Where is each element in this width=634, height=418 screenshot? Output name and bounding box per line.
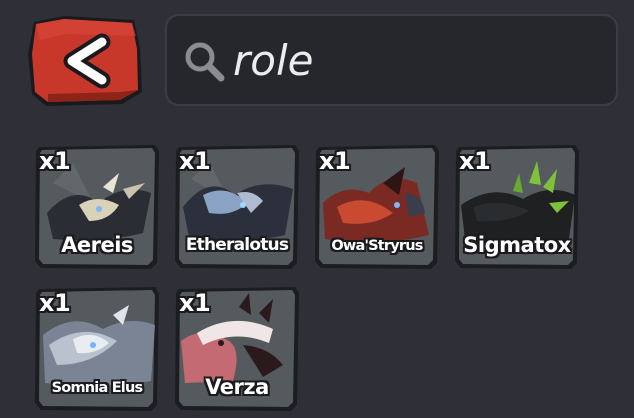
inventory-card[interactable]: x1 Verza bbox=[173, 285, 301, 413]
item-quantity: x1 bbox=[459, 147, 491, 175]
item-quantity: x1 bbox=[39, 289, 71, 317]
item-quantity: x1 bbox=[319, 147, 351, 175]
item-quantity: x1 bbox=[179, 289, 211, 317]
item-name: Somnia Elus bbox=[51, 380, 143, 396]
inventory-card[interactable]: x1 Somnia Elus bbox=[33, 285, 161, 413]
item-name: Aereis bbox=[61, 233, 133, 257]
item-name: Verza bbox=[205, 375, 269, 399]
item-name: Etheralotus bbox=[185, 235, 289, 255]
inventory-grid: x1 Aereis x1 Etheralotus x1 Owa'Stryrus … bbox=[0, 0, 634, 418]
inventory-card[interactable]: x1 Sigmatox bbox=[453, 143, 581, 271]
item-quantity: x1 bbox=[179, 147, 211, 175]
inventory-card[interactable]: x1 Etheralotus bbox=[173, 143, 301, 271]
inventory-card[interactable]: x1 Aereis bbox=[33, 143, 161, 271]
item-quantity: x1 bbox=[39, 147, 71, 175]
item-name: Owa'Stryrus bbox=[331, 238, 423, 254]
inventory-card[interactable]: x1 Owa'Stryrus bbox=[313, 143, 441, 271]
item-name: Sigmatox bbox=[463, 233, 571, 257]
